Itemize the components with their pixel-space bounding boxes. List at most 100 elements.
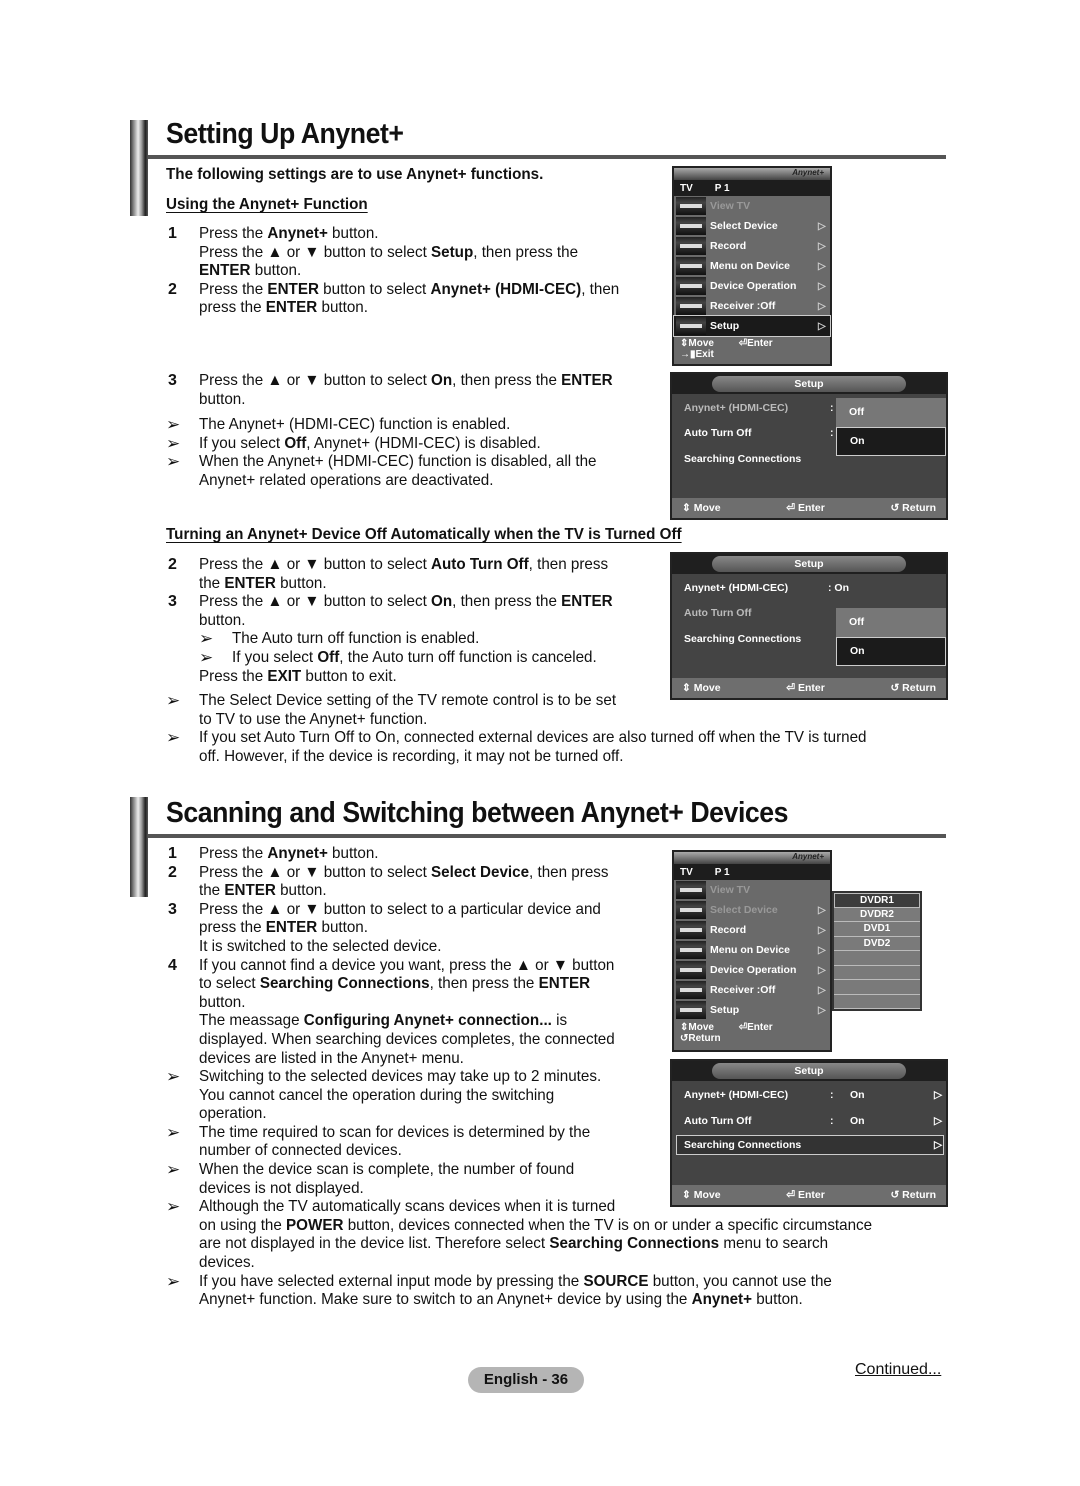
note-arrow-icon: ➢ <box>166 1122 181 1142</box>
section-rule <box>148 155 946 159</box>
section-bar <box>130 797 148 897</box>
note-arrow-icon: ➢ <box>166 1271 181 1291</box>
note-text: If you select Off, the Auto turn off fun… <box>232 649 597 666</box>
menu-item[interactable]: Setup ▷ <box>674 1000 830 1020</box>
move-hint: ⇕ Move <box>682 682 721 694</box>
note-text: off. However, if the device is recording… <box>199 747 624 765</box>
tv-icon <box>676 881 706 899</box>
device-item[interactable] <box>834 995 920 1009</box>
section-bar <box>130 120 148 216</box>
setup-item-searching[interactable]: Searching Connections <box>684 633 801 645</box>
menu-item[interactable]: Record ▷ <box>674 920 830 940</box>
step-text: press the ENTER button. <box>199 299 368 317</box>
note-text: If you set Auto Turn Off to On, connecte… <box>199 729 867 747</box>
device-item[interactable]: DVDR1 <box>834 893 920 908</box>
menu-item[interactable]: Record ▷ <box>674 236 830 256</box>
menu-item[interactable]: Device Operation ▷ <box>674 960 830 980</box>
enter-icon: ⏎ <box>786 682 798 694</box>
menu-item-label: Setup <box>710 1004 740 1016</box>
device-item[interactable] <box>834 951 920 966</box>
chevron-right-icon: ▷ <box>818 260 826 272</box>
tv-icon <box>676 197 706 215</box>
menu-item[interactable]: Receiver :Off ▷ <box>674 980 830 1000</box>
device-menu-icon <box>676 257 706 275</box>
step-number: 3 <box>168 900 177 918</box>
device-item[interactable]: DVD1 <box>834 922 920 937</box>
step-text: It is switched to the selected device. <box>199 938 442 955</box>
menu-item-label: Record <box>710 240 747 252</box>
note-arrow-icon: ➢ <box>166 452 181 472</box>
device-list: DVDR1 DVDR2 DVD1 DVD2 <box>832 891 922 1011</box>
note-arrow-icon: ➢ <box>199 629 214 649</box>
device-item[interactable]: DVDR2 <box>834 908 920 922</box>
note-text: The Auto turn off function is enabled. <box>232 630 480 648</box>
menu-item[interactable]: Menu on Device ▷ <box>674 940 830 960</box>
device-item[interactable] <box>834 980 920 995</box>
move-hint: ⇕ Move <box>682 1189 721 1201</box>
anynet-logo: Anynet+ <box>792 168 824 177</box>
enter-icon: ⏎ <box>786 502 798 514</box>
note-text: Switching to the selected devices may ta… <box>199 1068 602 1085</box>
enter-icon: ⏎ <box>738 338 748 349</box>
note-arrow-icon: ➢ <box>166 691 181 710</box>
setup-title: Setup <box>794 558 824 570</box>
note-text: are not displayed in the device list. Th… <box>199 1235 829 1253</box>
cable-icon <box>676 901 706 919</box>
menu-item[interactable]: View TV <box>674 196 830 216</box>
note-arrow-icon: ➢ <box>166 728 181 748</box>
recorder-icon <box>676 237 706 255</box>
note-text: on using the POWER button, devices conne… <box>199 1216 873 1234</box>
option-on[interactable]: On <box>836 427 946 456</box>
menu-item-label: Select Device <box>710 904 778 916</box>
step-number: 1 <box>168 225 177 242</box>
note-text: If you have selected external input mode… <box>199 1272 832 1290</box>
enter-hint: ⏎ Enter <box>786 502 825 514</box>
note-arrow-icon: ➢ <box>166 1160 181 1179</box>
step-text: The meassage Configuring Anynet+ connect… <box>199 1012 568 1030</box>
setup-item-searching[interactable]: Searching Connections <box>684 1139 801 1151</box>
continued-link[interactable]: Continued... <box>855 1361 941 1379</box>
setup-item-anynet[interactable]: Anynet+ (HDMI-CEC) <box>684 402 788 414</box>
exit-icon: →▮ <box>680 349 696 360</box>
return-hint: ↺ Return <box>890 682 936 694</box>
colon: : <box>830 1115 834 1127</box>
step-text: If you cannot find a device you want, pr… <box>199 956 615 974</box>
channel-label: P 1 <box>714 866 730 878</box>
menu-item[interactable]: Select Device ▷ <box>674 216 830 236</box>
setup-menu-auto-off: Setup Anynet+ (HDMI-CEC) : On Auto Turn … <box>670 552 948 700</box>
option-off[interactable]: Off <box>836 608 946 637</box>
enter-icon: ⏎ <box>738 1022 748 1033</box>
channel-label: P 1 <box>714 182 730 194</box>
menu-item-label: View TV <box>710 200 751 212</box>
setup-item-anynet[interactable]: Anynet+ (HDMI-CEC) <box>684 1089 788 1101</box>
step-text: the ENTER button. <box>199 882 327 900</box>
menu-item[interactable]: Device Operation ▷ <box>674 276 830 296</box>
setup-item-searching[interactable]: Searching Connections <box>684 453 801 465</box>
note-text: The Select Device setting of the TV remo… <box>199 692 617 709</box>
setup-item-auto-off[interactable]: Auto Turn Off <box>684 427 751 439</box>
auto-off-value: On <box>850 1115 865 1127</box>
menu-item[interactable]: Setup ▷ <box>673 315 831 337</box>
menu-item[interactable]: Menu on Device ▷ <box>674 256 830 276</box>
option-on[interactable]: On <box>836 637 946 666</box>
setup-item-auto-off[interactable]: Auto Turn Off <box>684 607 751 619</box>
setup-title: Setup <box>794 378 824 390</box>
colon: : <box>830 1089 834 1101</box>
device-item[interactable] <box>834 966 920 980</box>
menu-item-label: Setup <box>710 320 740 332</box>
chevron-right-icon: ▷ <box>818 924 826 936</box>
move-icon: ⇕ <box>682 1189 694 1201</box>
menu-item[interactable]: View TV <box>674 880 830 900</box>
menu-item[interactable]: Select Device ▷ <box>674 900 830 920</box>
enter-icon: ⏎ <box>786 1189 798 1201</box>
setup-item-anynet[interactable]: Anynet+ (HDMI-CEC) <box>684 582 788 594</box>
tv-label: TV <box>680 182 693 194</box>
subhead-auto-off: Turning an Anynet+ Device Off Automatica… <box>166 526 682 543</box>
note-text: The time required to scan for devices is… <box>199 1123 591 1141</box>
setup-menu: Setup Anynet+ (HDMI-CEC) : Auto Turn Off… <box>670 372 948 520</box>
device-item[interactable]: DVD2 <box>834 937 920 951</box>
setup-item-auto-off[interactable]: Auto Turn Off <box>684 1115 751 1127</box>
menu-item[interactable]: Receiver :Off ▷ <box>674 296 830 316</box>
note-text: devices is not displayed. <box>199 1179 364 1197</box>
option-off[interactable]: Off <box>836 398 946 427</box>
